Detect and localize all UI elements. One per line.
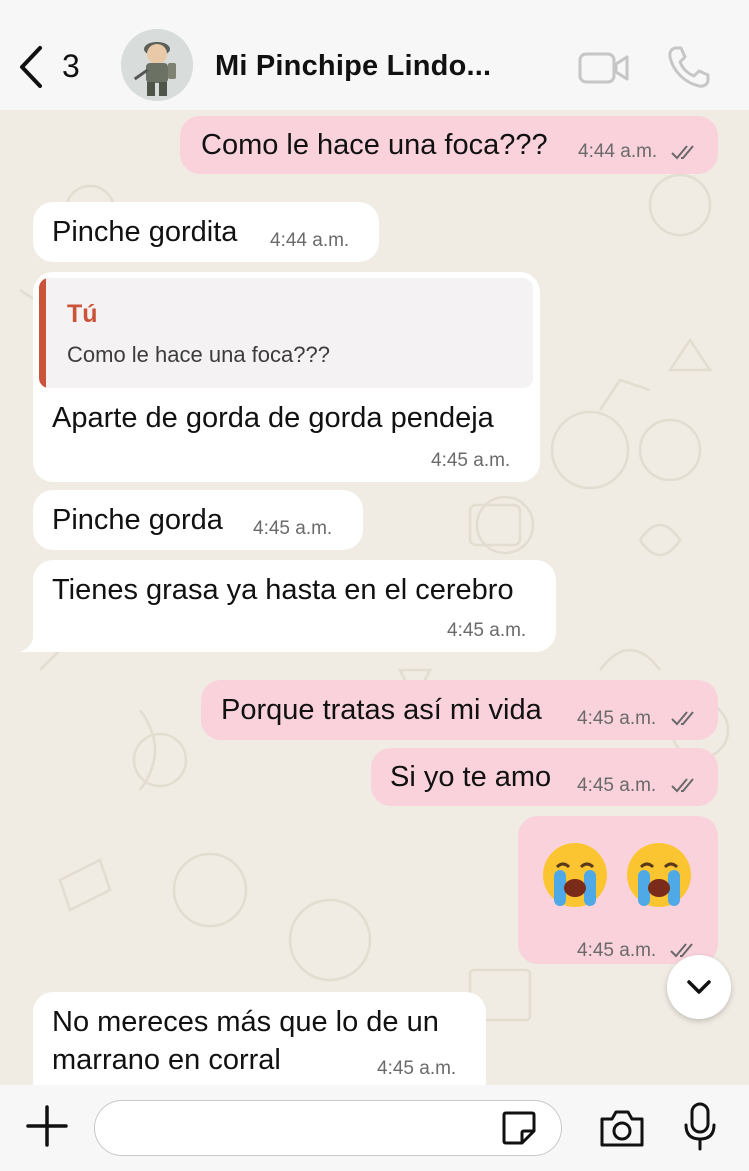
message-timestamp: 4:45 a.m. [577, 940, 657, 961]
message-composer [0, 1085, 749, 1171]
message-text-line-1: No mereces más que lo de un [52, 1006, 439, 1038]
message-list[interactable]: Como le hace una foca??? 4:44 a.m. Pinch… [0, 110, 749, 1085]
double-check-read-icon [671, 778, 694, 793]
sticker-icon[interactable] [500, 1109, 538, 1147]
phone-call-icon[interactable] [666, 44, 712, 90]
microphone-icon[interactable] [682, 1101, 718, 1153]
contact-avatar[interactable] [121, 29, 193, 101]
video-call-icon[interactable] [578, 48, 630, 88]
incoming-message[interactable]: Tienes grasa ya hasta en el cerebro 4:45… [33, 560, 556, 652]
incoming-reply-message[interactable]: Tú Como le hace una foca??? Aparte de go… [33, 272, 540, 482]
message-text-line-2: marrano en corral [52, 1044, 281, 1076]
message-text: Aparte de gorda de gorda pendeja [52, 402, 494, 434]
incoming-message[interactable]: No mereces más que lo de un marrano en c… [33, 992, 486, 1085]
message-timestamp: 4:45 a.m. [253, 518, 333, 539]
chat-header: 3 Mi Pinchipe Lindo... [0, 0, 749, 110]
message-timestamp: 4:45 a.m. [577, 775, 657, 796]
avatar-figure-icon [121, 29, 193, 101]
unread-chat-count[interactable]: 3 [62, 48, 80, 85]
outgoing-message[interactable]: Porque tratas así mi vida 4:45 a.m. [201, 680, 718, 740]
loudly-crying-face-icon [543, 843, 607, 907]
plus-icon[interactable] [26, 1105, 68, 1147]
incoming-message[interactable]: Pinche gorda 4:45 a.m. [33, 490, 363, 550]
message-text: Tienes grasa ya hasta en el cerebro [52, 574, 514, 606]
camera-icon[interactable] [598, 1107, 646, 1149]
double-check-read-icon [671, 145, 694, 160]
message-text: Porque tratas así mi vida [221, 694, 542, 726]
message-text: Pinche gorda [52, 504, 223, 536]
bubble-tail [20, 632, 40, 652]
outgoing-message[interactable]: Si yo te amo 4:45 a.m. [371, 748, 718, 806]
message-text: Pinche gordita [52, 216, 238, 248]
message-timestamp: 4:44 a.m. [270, 230, 350, 251]
quoted-author: Tú [67, 300, 98, 328]
message-text: Como le hace una foca??? [201, 129, 548, 161]
message-timestamp: 4:44 a.m. [578, 141, 658, 162]
quoted-text: Como le hace una foca??? [67, 342, 330, 367]
scroll-to-bottom-button[interactable] [667, 955, 731, 1019]
message-timestamp: 4:45 a.m. [577, 708, 657, 729]
outgoing-message[interactable]: Como le hace una foca??? 4:44 a.m. [180, 116, 718, 174]
quoted-reply[interactable]: Tú Como le hace una foca??? [39, 278, 533, 388]
double-check-read-icon [671, 711, 694, 726]
incoming-message[interactable]: Pinche gordita 4:44 a.m. [33, 202, 379, 262]
outgoing-emoji-message[interactable]: 4:45 a.m. [518, 816, 718, 964]
quote-accent-bar [39, 278, 46, 388]
message-timestamp: 4:45 a.m. [431, 450, 511, 471]
chevron-down-icon [687, 980, 711, 994]
message-timestamp: 4:45 a.m. [447, 620, 527, 641]
message-timestamp: 4:45 a.m. [377, 1058, 457, 1079]
message-text: Si yo te amo [390, 761, 552, 793]
loudly-crying-face-icon [627, 843, 691, 907]
message-input[interactable] [94, 1100, 562, 1156]
contact-name[interactable]: Mi Pinchipe Lindo... [215, 50, 491, 83]
back-chevron-icon[interactable] [14, 44, 50, 90]
